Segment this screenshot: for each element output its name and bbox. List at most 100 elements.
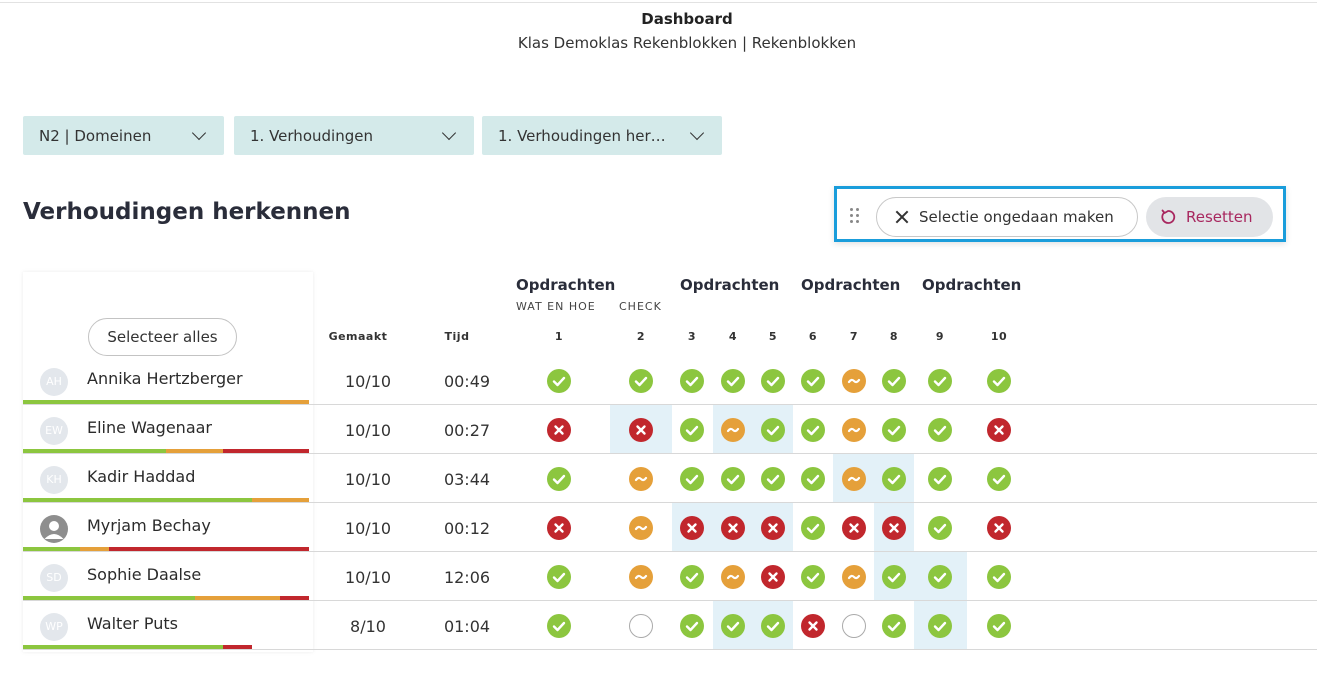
student-row[interactable]: WP Walter Puts 8/10 01:04 [23, 601, 1317, 650]
check-icon[interactable] [882, 418, 906, 442]
student-row[interactable]: AH Annika Hertzberger 10/10 00:49 [23, 356, 1317, 405]
check-icon[interactable] [680, 565, 704, 589]
avatar: EW [40, 417, 68, 445]
student-name[interactable]: Annika Hertzberger [87, 369, 243, 388]
subtopic-filter-dropdown[interactable]: 1. Verhoudingen her… [482, 116, 722, 155]
question-header-4[interactable]: 4 [718, 330, 748, 343]
time-spent: 12:06 [443, 568, 491, 587]
question-header-7[interactable]: 7 [839, 330, 869, 343]
tilde-icon[interactable] [721, 418, 745, 442]
reset-button[interactable]: Resetten [1146, 197, 1273, 237]
student-row[interactable]: KH Kadir Haddad 10/10 03:44 [23, 454, 1317, 503]
question-header-10[interactable]: 10 [984, 330, 1014, 343]
time-spent: 00:27 [443, 421, 491, 440]
question-header-6[interactable]: 6 [798, 330, 828, 343]
tilde-icon[interactable] [842, 467, 866, 491]
check-icon[interactable] [680, 418, 704, 442]
tilde-icon[interactable] [842, 369, 866, 393]
check-icon[interactable] [987, 565, 1011, 589]
chevron-down-icon [191, 125, 207, 141]
check-icon[interactable] [928, 369, 952, 393]
dashboard-title: Dashboard [641, 10, 733, 28]
student-name[interactable]: Eline Wagenaar [87, 418, 212, 437]
drag-handle-icon[interactable] [850, 208, 862, 224]
empty-circle-icon[interactable] [629, 614, 653, 638]
check-icon[interactable] [761, 369, 785, 393]
student-row[interactable]: Myrjam Bechay 10/10 00:12 [23, 503, 1317, 552]
check-icon[interactable] [721, 369, 745, 393]
check-icon[interactable] [680, 467, 704, 491]
question-header-2[interactable]: 2 [626, 330, 656, 343]
check-icon[interactable] [987, 614, 1011, 638]
check-icon[interactable] [801, 369, 825, 393]
check-icon[interactable] [928, 418, 952, 442]
question-header-3[interactable]: 3 [677, 330, 707, 343]
made-count: 10/10 [344, 519, 392, 538]
cross-icon[interactable] [882, 516, 906, 540]
student-name[interactable]: Sophie Daalse [87, 565, 201, 584]
check-icon[interactable] [882, 614, 906, 638]
check-icon[interactable] [680, 614, 704, 638]
check-icon[interactable] [928, 516, 952, 540]
cross-icon[interactable] [629, 418, 653, 442]
check-icon[interactable] [801, 418, 825, 442]
check-icon[interactable] [882, 369, 906, 393]
check-icon[interactable] [987, 467, 1011, 491]
check-icon[interactable] [629, 369, 653, 393]
made-count: 8/10 [350, 617, 386, 636]
empty-circle-icon[interactable] [842, 614, 866, 638]
check-icon[interactable] [761, 418, 785, 442]
student-name[interactable]: Walter Puts [87, 614, 178, 633]
check-icon[interactable] [882, 565, 906, 589]
cross-icon[interactable] [761, 565, 785, 589]
student-row[interactable]: EW Eline Wagenaar 10/10 00:27 [23, 405, 1317, 454]
check-icon[interactable] [547, 369, 571, 393]
student-name[interactable]: Kadir Haddad [87, 467, 195, 486]
cross-icon[interactable] [547, 516, 571, 540]
tilde-icon[interactable] [629, 565, 653, 589]
check-icon[interactable] [801, 467, 825, 491]
student-name[interactable]: Myrjam Bechay [87, 516, 211, 535]
made-count: 10/10 [344, 372, 392, 391]
question-header-8[interactable]: 8 [879, 330, 909, 343]
check-icon[interactable] [547, 467, 571, 491]
select-all-button[interactable]: Selecteer alles [88, 318, 237, 356]
tilde-icon[interactable] [629, 467, 653, 491]
check-icon[interactable] [761, 467, 785, 491]
check-icon[interactable] [547, 614, 571, 638]
check-icon[interactable] [721, 467, 745, 491]
check-icon[interactable] [721, 614, 745, 638]
check-icon[interactable] [801, 516, 825, 540]
cross-icon[interactable] [987, 516, 1011, 540]
check-icon[interactable] [801, 565, 825, 589]
check-icon[interactable] [928, 614, 952, 638]
check-icon[interactable] [987, 369, 1011, 393]
tilde-icon[interactable] [842, 565, 866, 589]
domain-filter-dropdown[interactable]: N2 | Domeinen [23, 116, 224, 155]
cross-icon[interactable] [842, 516, 866, 540]
cross-icon[interactable] [801, 614, 825, 638]
topic-filter-label: 1. Verhoudingen [250, 126, 373, 145]
question-header-1[interactable]: 1 [544, 330, 574, 343]
check-icon[interactable] [928, 467, 952, 491]
cross-icon[interactable] [547, 418, 571, 442]
student-row[interactable]: SD Sophie Daalse 10/10 12:06 [23, 552, 1317, 601]
check-icon[interactable] [680, 369, 704, 393]
tilde-icon[interactable] [721, 565, 745, 589]
cross-icon[interactable] [987, 418, 1011, 442]
check-icon[interactable] [882, 467, 906, 491]
question-header-9[interactable]: 9 [925, 330, 955, 343]
topic-filter-dropdown[interactable]: 1. Verhoudingen [234, 116, 474, 155]
time-spent: 00:12 [443, 519, 491, 538]
cross-icon[interactable] [761, 516, 785, 540]
tilde-icon[interactable] [629, 516, 653, 540]
undo-selection-button[interactable]: Selectie ongedaan maken [876, 197, 1138, 237]
cross-icon[interactable] [680, 516, 704, 540]
check-icon[interactable] [761, 614, 785, 638]
check-icon[interactable] [928, 565, 952, 589]
question-header-5[interactable]: 5 [758, 330, 788, 343]
check-icon[interactable] [547, 565, 571, 589]
chevron-down-icon [689, 125, 705, 141]
cross-icon[interactable] [721, 516, 745, 540]
tilde-icon[interactable] [842, 418, 866, 442]
